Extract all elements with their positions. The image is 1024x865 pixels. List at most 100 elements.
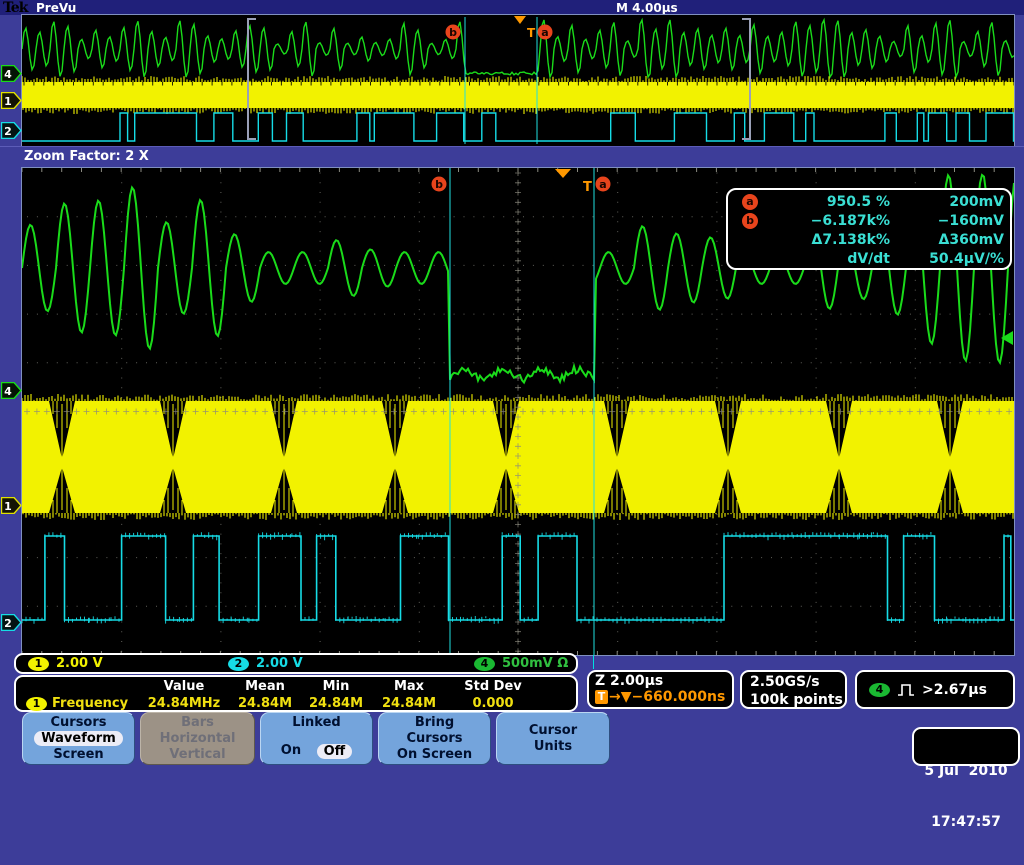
menu-cursor-units-button[interactable]: Cursor Units [496,712,610,765]
sample-rate: 2.50GS/s [750,673,845,691]
svg-text:a: a [599,178,606,191]
cursor-delta-voltage: Δ360mV [890,232,1004,248]
cursor-a-row: a 950.5 % 200mV [728,192,1010,211]
measurement-header-row: Value Mean Min Max Std Dev [20,678,576,695]
svg-text:2: 2 [4,125,12,138]
trigger-box: 4 >2.67µs [855,670,1015,709]
header-min: Min [300,679,372,694]
header-mean: Mean [230,679,300,694]
overview-window: Tb a [21,14,1015,147]
dvdt-label: dV/dt [762,251,890,267]
header-value: Value [138,679,230,694]
cursors-mode-selected: Waveform [34,731,122,746]
channel-readout-bar: 1 2.00 V 2 2.00 V 4 500mV Ω [14,653,578,674]
trigger-condition: >2.67µs [922,682,987,698]
dvdt-value: 50.4µV/% [890,251,1004,267]
svg-text:T: T [527,26,536,40]
delay-readout: T →▼−660.000ns [595,689,732,705]
cursor-delta-percent: Δ7.138k% [762,232,890,248]
svg-text:b: b [449,26,457,39]
measurement-value: 24.84MHz [138,696,230,711]
channel-1-readout: 1 2.00 V [28,656,103,671]
measurement-name: Frequency [52,696,128,711]
bring-line1: Bring [379,715,490,731]
main-timebase-readout: M 4.00µs [616,1,678,15]
measurement-max: 24.84M [372,696,446,711]
channel-2-scale: 2.00 V [256,656,303,671]
channel-1-marker-overview[interactable]: 1 [1,92,22,109]
channel-4-scale: 500mV Ω [502,656,568,671]
zoom-factor-bar: Zoom Factor: 2 X [0,146,1024,168]
bars-option-vertical: Vertical [141,747,254,763]
cursors-mode-option-screen: Screen [23,747,134,763]
cursor-b-voltage: −160mV [890,213,1004,229]
time-readout: 17:47:57 [914,814,1018,831]
zoom-timebase-box: Z 2.00µs T →▼−660.000ns [587,670,734,709]
date-readout: 5 Jul 2010 [914,763,1018,780]
pulse-width-trigger-icon [897,682,915,697]
cursor-units-line1: Cursor [497,723,609,739]
bring-line3: On Screen [379,747,490,763]
svg-text:1: 1 [4,500,12,513]
bring-line2: Cursors [379,731,490,747]
channel-4-readout: 4 500mV Ω [474,656,568,671]
channel-1-badge: 1 [28,657,49,671]
svg-text:2: 2 [4,617,12,630]
trigger-source-badge: 4 [869,683,890,697]
measurement-table: Value Mean Min Max Std Dev 1 Frequency 2… [14,675,578,712]
menu-linked-title: Linked [261,715,372,731]
menu-cursors-mode-button[interactable]: Cursors Waveform Screen [22,712,135,765]
measurement-stddev: 0.000 [446,696,540,711]
channel-2-badge: 2 [228,657,249,671]
menu-bring-cursors-button[interactable]: Bring Cursors On Screen [378,712,491,765]
top-status-bar: Tek PreVu M 4.00µs [0,0,1024,15]
cursor-a-voltage: 200mV [890,194,1004,210]
cursor-a-line-extension[interactable] [593,655,594,669]
cursor-a-percent: 950.5 % [762,194,890,210]
bars-option-horizontal: Horizontal [141,731,254,747]
channel-2-marker-main[interactable]: 2 [1,614,22,631]
cursor-units-line2: Units [497,739,609,755]
header-max: Max [372,679,446,694]
svg-text:a: a [541,26,548,39]
channel-2-readout: 2 2.00 V [228,656,303,671]
record-length: 100k points [750,691,845,709]
overview-waveforms: Tb a [22,15,1014,146]
zoom-factor-label: Zoom Factor: 2 X [24,149,149,164]
menu-linked-button[interactable]: Linked On Off [260,712,373,765]
acquisition-status: PreVu [36,1,76,15]
measurement-channel-badge: 1 [26,697,47,711]
menu-bars-button: Bars Horizontal Vertical [140,712,255,765]
menu-cursors-title: Cursors [23,715,134,731]
cursor-b-row: b −6.187k% −160mV [728,211,1010,230]
svg-text:4: 4 [4,385,12,398]
delay-value: →▼−660.000ns [609,689,725,705]
measurement-mean: 24.84M [230,696,300,711]
measurement-min: 24.84M [300,696,372,711]
channel-4-marker-overview[interactable]: 4 [1,65,22,82]
channel-4-marker-main[interactable]: 4 [1,382,22,399]
measurement-row-frequency: 1 Frequency 24.84MHz 24.84M 24.84M 24.84… [20,695,576,712]
cursor-b-badge: b [742,213,758,229]
channel-1-scale: 2.00 V [56,656,103,671]
linked-option-on: On [281,743,301,759]
channel-4-badge: 4 [474,657,495,671]
header-stddev: Std Dev [446,679,540,694]
cursor-a-badge: a [742,194,758,210]
date-time-box: 5 Jul 2010 17:47:57 [912,727,1020,766]
svg-text:1: 1 [4,95,12,108]
svg-text:4: 4 [4,68,12,81]
zoom-window: Tba a 950.5 % 200mV b −6.187k% −160mV Δ7… [21,167,1015,656]
svg-text:b: b [435,178,443,191]
trigger-t-icon: T [595,690,608,704]
cursor-dvdt-row: dV/dt 50.4µV/% [728,249,1010,268]
cursor-readout-box: a 950.5 % 200mV b −6.187k% −160mV Δ7.138… [726,188,1012,270]
acquisition-box: 2.50GS/s 100k points [740,670,847,709]
zoom-scale-readout: Z 2.00µs [595,673,732,689]
cursor-b-percent: −6.187k% [762,213,890,229]
channel-2-marker-overview[interactable]: 2 [1,122,22,139]
menu-bars-title: Bars [141,715,254,731]
channel-1-marker-main[interactable]: 1 [1,497,22,514]
cursor-delta-row: Δ7.138k% Δ360mV [728,230,1010,249]
linked-option-off-selected: Off [317,744,353,759]
